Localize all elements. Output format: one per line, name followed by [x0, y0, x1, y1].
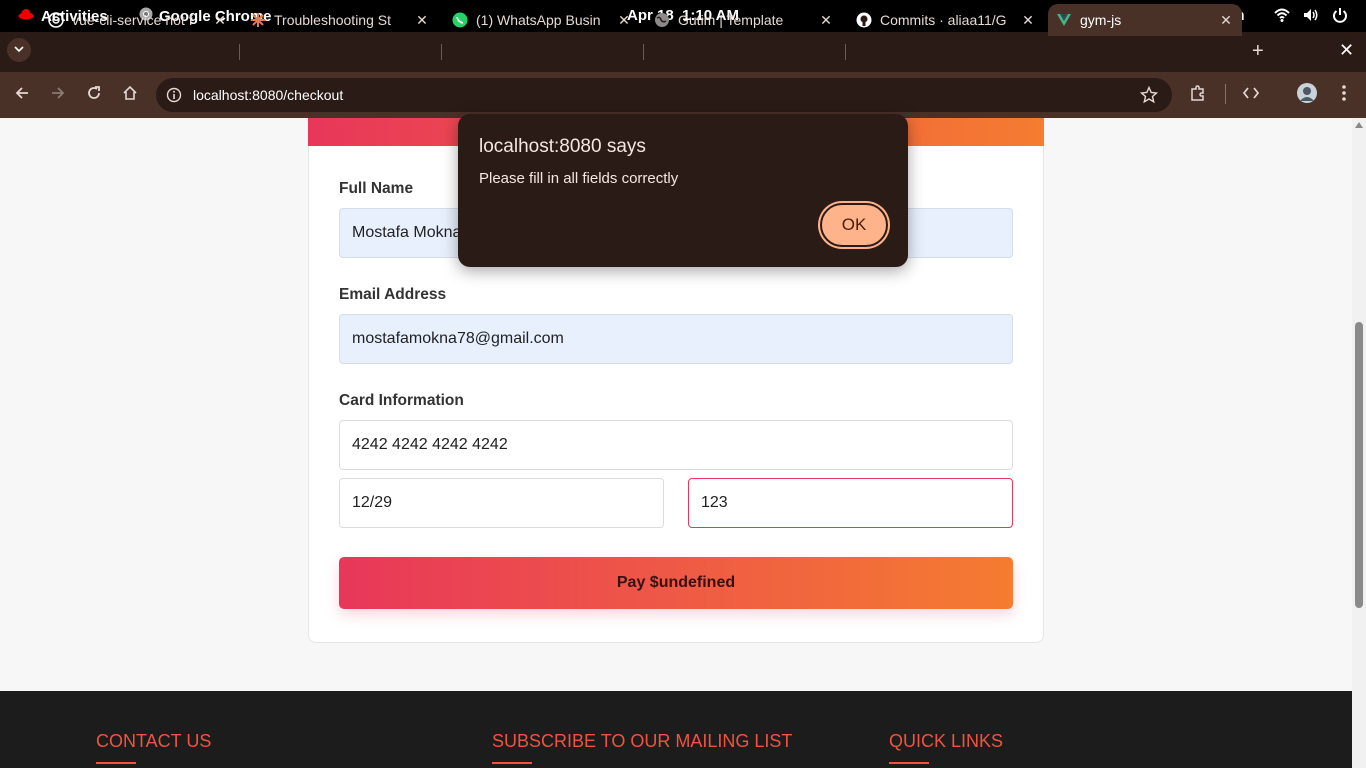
tab-separator: [643, 44, 644, 60]
code-brackets-icon: [1242, 84, 1260, 107]
close-tab-icon[interactable]: ✕: [1216, 12, 1236, 29]
new-tab-button[interactable]: +: [1252, 40, 1264, 63]
whatsapp-icon: [452, 12, 468, 28]
tab-vue-cli[interactable]: vue-cli-service not f ✕: [40, 4, 236, 36]
close-tab-icon[interactable]: ✕: [816, 12, 836, 29]
url-text: localhost:8080/checkout: [193, 87, 344, 103]
card-expiry-input[interactable]: 12/29: [339, 478, 664, 528]
address-bar[interactable]: localhost:8080/checkout: [156, 78, 1172, 112]
home-icon: [122, 85, 138, 106]
github-icon: [856, 12, 872, 28]
email-input[interactable]: mostafamokna78@gmail.com: [339, 314, 1013, 364]
chatgpt-icon: [48, 12, 64, 28]
volume-icon: [1303, 7, 1319, 23]
devtools-button[interactable]: [1240, 84, 1262, 106]
email-label: Email Address: [339, 286, 447, 303]
forward-button[interactable]: [47, 84, 69, 106]
reload-button[interactable]: [83, 84, 105, 106]
tab-title: Commits · aliaa11/G: [880, 12, 1007, 28]
tab-troubleshooting[interactable]: Troubleshooting St ✕: [242, 4, 438, 36]
close-tab-icon[interactable]: ✕: [1018, 12, 1038, 29]
bookmark-star-icon[interactable]: [1139, 85, 1159, 109]
tab-title: vue-cli-service not f: [72, 12, 193, 28]
footer-quick-links-heading: QUICK LINKS: [889, 731, 1003, 764]
window-close-button[interactable]: ✕: [1339, 40, 1354, 61]
site-info-icon[interactable]: [166, 87, 182, 108]
kebab-menu-icon: [1341, 84, 1347, 107]
full-name-label: Full Name: [339, 180, 414, 197]
tab-strip: [0, 32, 1366, 72]
pay-button[interactable]: Pay $undefined: [339, 557, 1013, 609]
page-scrollbar[interactable]: [1352, 118, 1366, 768]
tab-title: Gutim | Template: [678, 12, 784, 28]
card-info-label: Card Information: [339, 392, 464, 409]
home-button[interactable]: [119, 84, 141, 106]
scrollbar-thumb[interactable]: [1355, 322, 1363, 608]
arrow-right-icon: [50, 85, 66, 106]
toolbar-divider: [1225, 84, 1226, 104]
chevron-down-icon: [14, 41, 24, 59]
close-icon: ✕: [1339, 40, 1355, 60]
tab-gym-js[interactable]: gym-js ✕: [1048, 4, 1242, 36]
footer-quick-links-title: QUICK LINKS: [889, 731, 1004, 751]
close-tab-icon[interactable]: ✕: [412, 12, 432, 29]
profile-avatar[interactable]: [1296, 82, 1318, 108]
close-tab-icon[interactable]: ✕: [210, 12, 230, 29]
alert-ok-button[interactable]: OK: [820, 203, 888, 247]
footer-contact-title: CONTACT US: [96, 731, 212, 751]
redhat-logo-icon: [18, 7, 34, 25]
scroll-up-arrow-icon[interactable]: [1355, 122, 1363, 128]
reload-icon: [86, 85, 102, 106]
alert-dialog-title: localhost:8080 says: [479, 136, 646, 157]
tab-title: gym-js: [1080, 12, 1122, 28]
heading-underline: [492, 762, 532, 764]
vue-icon: [1056, 12, 1072, 28]
tab-github-commits[interactable]: Commits · aliaa11/G ✕: [848, 4, 1044, 36]
tab-separator: [845, 44, 846, 60]
card-cvc-input[interactable]: 123: [688, 478, 1013, 528]
globe-icon: [654, 12, 670, 28]
footer-subscribe-heading: SUBSCRIBE TO OUR MAILING LIST: [492, 731, 792, 764]
footer-contact-heading: CONTACT US: [96, 731, 211, 764]
tab-title: Troubleshooting St: [274, 12, 391, 28]
wifi-icon: [1274, 7, 1290, 23]
tab-separator: [441, 44, 442, 60]
card-number-input[interactable]: 4242 4242 4242 4242: [339, 420, 1013, 470]
tab-gutim[interactable]: Gutim | Template ✕: [646, 4, 842, 36]
back-button[interactable]: [11, 84, 33, 106]
site-footer: CONTACT US SUBSCRIBE TO OUR MAILING LIST…: [0, 691, 1352, 768]
tab-search-button[interactable]: [7, 38, 31, 62]
plus-icon: +: [1252, 40, 1264, 62]
power-icon: [1332, 7, 1348, 23]
browser-menu-button[interactable]: [1333, 84, 1355, 106]
tab-separator: [239, 44, 240, 60]
alert-dialog: localhost:8080 says Please fill in all f…: [458, 114, 908, 267]
alert-dialog-message: Please fill in all fields correctly: [479, 170, 679, 187]
heading-underline: [96, 762, 136, 764]
tab-whatsapp[interactable]: (1) WhatsApp Busin ✕: [444, 4, 640, 36]
avatar-icon: [1297, 82, 1317, 108]
puzzle-piece-icon: [1189, 84, 1207, 107]
claude-icon: [250, 12, 266, 28]
extensions-button[interactable]: [1187, 84, 1209, 106]
footer-subscribe-title: SUBSCRIBE TO OUR MAILING LIST: [492, 731, 793, 751]
heading-underline: [889, 762, 929, 764]
tab-title: (1) WhatsApp Busin: [476, 12, 601, 28]
close-tab-icon[interactable]: ✕: [614, 12, 634, 29]
system-tray[interactable]: [1274, 7, 1348, 23]
arrow-left-icon: [14, 85, 30, 106]
